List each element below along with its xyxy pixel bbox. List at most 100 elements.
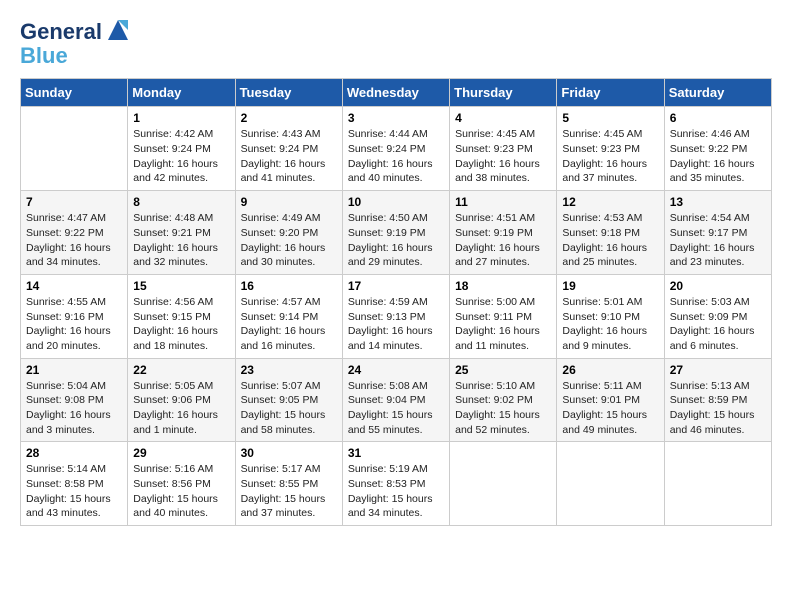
calendar-cell	[21, 107, 128, 191]
day-info: Sunrise: 4:53 AMSunset: 9:18 PMDaylight:…	[562, 211, 658, 270]
logo-text-line2: Blue	[20, 43, 68, 68]
calendar-cell: 23 Sunrise: 5:07 AMSunset: 9:05 PMDayligh…	[235, 358, 342, 442]
day-number: 24	[348, 363, 444, 377]
calendar-week-5: 28Sunrise: 5:14 AMSunset: 8:58 PMDayligh…	[21, 442, 772, 526]
calendar-cell: 25 Sunrise: 5:10 AMSunset: 9:02 PMDayligh…	[450, 358, 557, 442]
day-number: 18	[455, 279, 551, 293]
day-info: Sunrise: 5:17 AMSunset: 8:55 PMDaylight:…	[241, 462, 337, 521]
day-number: 25	[455, 363, 551, 377]
calendar-cell: 20 Sunrise: 5:03 AMSunset: 9:09 PMDayligh…	[664, 274, 771, 358]
day-number: 20	[670, 279, 766, 293]
calendar-header-row: SundayMondayTuesdayWednesdayThursdayFrid…	[21, 79, 772, 107]
day-number: 12	[562, 195, 658, 209]
page-header: General Blue	[20, 20, 772, 68]
day-info: Sunrise: 4:48 AMSunset: 9:21 PMDaylight:…	[133, 211, 229, 270]
calendar-table: SundayMondayTuesdayWednesdayThursdayFrid…	[20, 78, 772, 526]
day-info: Sunrise: 4:45 AMSunset: 9:23 PMDaylight:…	[455, 127, 551, 186]
day-number: 17	[348, 279, 444, 293]
day-info: Sunrise: 5:08 AMSunset: 9:04 PMDaylight:…	[348, 379, 444, 438]
day-number: 16	[241, 279, 337, 293]
day-number: 2	[241, 111, 337, 125]
calendar-week-1: 1 Sunrise: 4:42 AMSunset: 9:24 PMDaylight…	[21, 107, 772, 191]
calendar-cell: 28Sunrise: 5:14 AMSunset: 8:58 PMDayligh…	[21, 442, 128, 526]
calendar-cell: 5 Sunrise: 4:45 AMSunset: 9:23 PMDaylight…	[557, 107, 664, 191]
day-info: Sunrise: 4:42 AMSunset: 9:24 PMDaylight:…	[133, 127, 229, 186]
day-number: 1	[133, 111, 229, 125]
calendar-cell: 15Sunrise: 4:56 AMSunset: 9:15 PMDayligh…	[128, 274, 235, 358]
day-number: 8	[133, 195, 229, 209]
calendar-cell: 2Sunrise: 4:43 AMSunset: 9:24 PMDaylight…	[235, 107, 342, 191]
day-number: 14	[26, 279, 122, 293]
day-number: 13	[670, 195, 766, 209]
day-number: 30	[241, 446, 337, 460]
calendar-cell: 12 Sunrise: 4:53 AMSunset: 9:18 PMDayligh…	[557, 191, 664, 275]
day-info: Sunrise: 4:51 AMSunset: 9:19 PMDaylight:…	[455, 211, 551, 270]
day-number: 28	[26, 446, 122, 460]
day-header-thursday: Thursday	[450, 79, 557, 107]
day-header-sunday: Sunday	[21, 79, 128, 107]
day-info: Sunrise: 4:50 AMSunset: 9:19 PMDaylight:…	[348, 211, 444, 270]
calendar-cell: 4 Sunrise: 4:45 AMSunset: 9:23 PMDaylight…	[450, 107, 557, 191]
day-info: Sunrise: 5:19 AMSunset: 8:53 PMDaylight:…	[348, 462, 444, 521]
calendar-cell: 22 Sunrise: 5:05 AMSunset: 9:06 PMDayligh…	[128, 358, 235, 442]
logo: General Blue	[20, 20, 132, 68]
calendar-cell	[557, 442, 664, 526]
day-header-friday: Friday	[557, 79, 664, 107]
calendar-cell: 16 Sunrise: 4:57 AMSunset: 9:14 PMDayligh…	[235, 274, 342, 358]
day-number: 31	[348, 446, 444, 460]
day-number: 7	[26, 195, 122, 209]
calendar-cell: 8 Sunrise: 4:48 AMSunset: 9:21 PMDaylight…	[128, 191, 235, 275]
day-number: 22	[133, 363, 229, 377]
day-info: Sunrise: 4:57 AMSunset: 9:14 PMDaylight:…	[241, 295, 337, 354]
calendar-cell	[450, 442, 557, 526]
calendar-cell: 26 Sunrise: 5:11 AMSunset: 9:01 PMDayligh…	[557, 358, 664, 442]
calendar-week-2: 7 Sunrise: 4:47 AMSunset: 9:22 PMDaylight…	[21, 191, 772, 275]
calendar-cell: 18 Sunrise: 5:00 AMSunset: 9:11 PMDayligh…	[450, 274, 557, 358]
day-info: Sunrise: 5:03 AMSunset: 9:09 PMDaylight:…	[670, 295, 766, 354]
day-info: Sunrise: 5:07 AMSunset: 9:05 PMDaylight:…	[241, 379, 337, 438]
day-info: Sunrise: 5:00 AMSunset: 9:11 PMDaylight:…	[455, 295, 551, 354]
day-info: Sunrise: 4:46 AMSunset: 9:22 PMDaylight:…	[670, 127, 766, 186]
day-info: Sunrise: 4:49 AMSunset: 9:20 PMDaylight:…	[241, 211, 337, 270]
calendar-cell: 21Sunrise: 5:04 AMSunset: 9:08 PMDayligh…	[21, 358, 128, 442]
day-info: Sunrise: 5:10 AMSunset: 9:02 PMDaylight:…	[455, 379, 551, 438]
day-number: 29	[133, 446, 229, 460]
calendar-cell: 10 Sunrise: 4:50 AMSunset: 9:19 PMDayligh…	[342, 191, 449, 275]
day-header-wednesday: Wednesday	[342, 79, 449, 107]
calendar-week-3: 14 Sunrise: 4:55 AMSunset: 9:16 PMDayligh…	[21, 274, 772, 358]
calendar-cell: 27 Sunrise: 5:13 AMSunset: 8:59 PMDayligh…	[664, 358, 771, 442]
calendar-cell: 19Sunrise: 5:01 AMSunset: 9:10 PMDayligh…	[557, 274, 664, 358]
day-number: 23	[241, 363, 337, 377]
calendar-cell: 6 Sunrise: 4:46 AMSunset: 9:22 PMDaylight…	[664, 107, 771, 191]
day-number: 9	[241, 195, 337, 209]
day-info: Sunrise: 4:45 AMSunset: 9:23 PMDaylight:…	[562, 127, 658, 186]
day-number: 27	[670, 363, 766, 377]
calendar-cell: 11Sunrise: 4:51 AMSunset: 9:19 PMDayligh…	[450, 191, 557, 275]
logo-icon	[104, 16, 132, 44]
day-number: 10	[348, 195, 444, 209]
day-header-saturday: Saturday	[664, 79, 771, 107]
calendar-cell: 9 Sunrise: 4:49 AMSunset: 9:20 PMDaylight…	[235, 191, 342, 275]
day-info: Sunrise: 4:55 AMSunset: 9:16 PMDaylight:…	[26, 295, 122, 354]
calendar-cell: 7 Sunrise: 4:47 AMSunset: 9:22 PMDaylight…	[21, 191, 128, 275]
calendar-cell: 17Sunrise: 4:59 AMSunset: 9:13 PMDayligh…	[342, 274, 449, 358]
day-info: Sunrise: 5:13 AMSunset: 8:59 PMDaylight:…	[670, 379, 766, 438]
calendar-cell: 31 Sunrise: 5:19 AMSunset: 8:53 PMDayligh…	[342, 442, 449, 526]
day-info: Sunrise: 4:44 AMSunset: 9:24 PMDaylight:…	[348, 127, 444, 186]
day-number: 4	[455, 111, 551, 125]
day-number: 26	[562, 363, 658, 377]
calendar-cell	[664, 442, 771, 526]
day-number: 5	[562, 111, 658, 125]
day-info: Sunrise: 5:04 AMSunset: 9:08 PMDaylight:…	[26, 379, 122, 438]
day-info: Sunrise: 4:56 AMSunset: 9:15 PMDaylight:…	[133, 295, 229, 354]
calendar-cell: 13 Sunrise: 4:54 AMSunset: 9:17 PMDayligh…	[664, 191, 771, 275]
calendar-week-4: 21Sunrise: 5:04 AMSunset: 9:08 PMDayligh…	[21, 358, 772, 442]
day-info: Sunrise: 5:11 AMSunset: 9:01 PMDaylight:…	[562, 379, 658, 438]
day-info: Sunrise: 4:47 AMSunset: 9:22 PMDaylight:…	[26, 211, 122, 270]
day-number: 6	[670, 111, 766, 125]
day-info: Sunrise: 4:54 AMSunset: 9:17 PMDaylight:…	[670, 211, 766, 270]
day-header-tuesday: Tuesday	[235, 79, 342, 107]
calendar-cell: 24 Sunrise: 5:08 AMSunset: 9:04 PMDayligh…	[342, 358, 449, 442]
day-info: Sunrise: 5:05 AMSunset: 9:06 PMDaylight:…	[133, 379, 229, 438]
calendar-cell: 14 Sunrise: 4:55 AMSunset: 9:16 PMDayligh…	[21, 274, 128, 358]
